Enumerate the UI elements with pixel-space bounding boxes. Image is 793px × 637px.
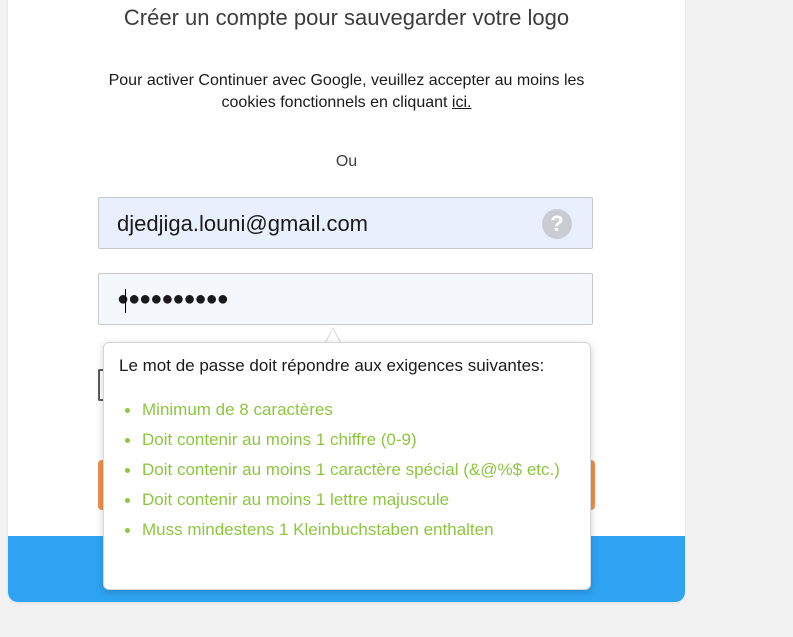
text-caret	[125, 289, 126, 313]
requirement-lowercase: Muss mindestens 1 Kleinbuchstaben enthal…	[120, 515, 570, 545]
email-field[interactable]: djedjiga.louni@gmail.com ?	[98, 197, 593, 249]
cookie-notice: Pour activer Continuer avec Google, veui…	[106, 70, 587, 114]
requirements-list: Minimum de 8 caractères Doit contenir au…	[120, 395, 570, 545]
requirement-min-length: Minimum de 8 caractères	[120, 395, 570, 425]
email-value: djedjiga.louni@gmail.com	[117, 211, 369, 236]
accept-cookies-link[interactable]: ici.	[452, 94, 472, 111]
help-icon[interactable]: ?	[542, 209, 572, 239]
requirement-special-char: Doit contenir au moins 1 caractère spéci…	[120, 455, 570, 485]
cookie-notice-text: Pour activer Continuer avec Google, veui…	[108, 72, 585, 111]
page-title: Créer un compte pour sauvegarder votre l…	[123, 5, 570, 30]
tooltip-arrow-fill	[326, 329, 340, 343]
or-separator: Ou	[335, 153, 358, 170]
password-mask: ●●●●●●●●●●	[117, 288, 229, 310]
requirement-digit: Doit contenir au moins 1 chiffre (0-9)	[120, 425, 570, 455]
requirement-uppercase: Doit contenir au moins 1 lettre majuscul…	[120, 485, 570, 515]
tooltip-title: Le mot de passe doit répondre aux exigen…	[119, 356, 545, 375]
password-field[interactable]: ●●●●●●●●●●	[98, 273, 593, 325]
password-requirements-tooltip: Le mot de passe doit répondre aux exigen…	[103, 342, 591, 590]
